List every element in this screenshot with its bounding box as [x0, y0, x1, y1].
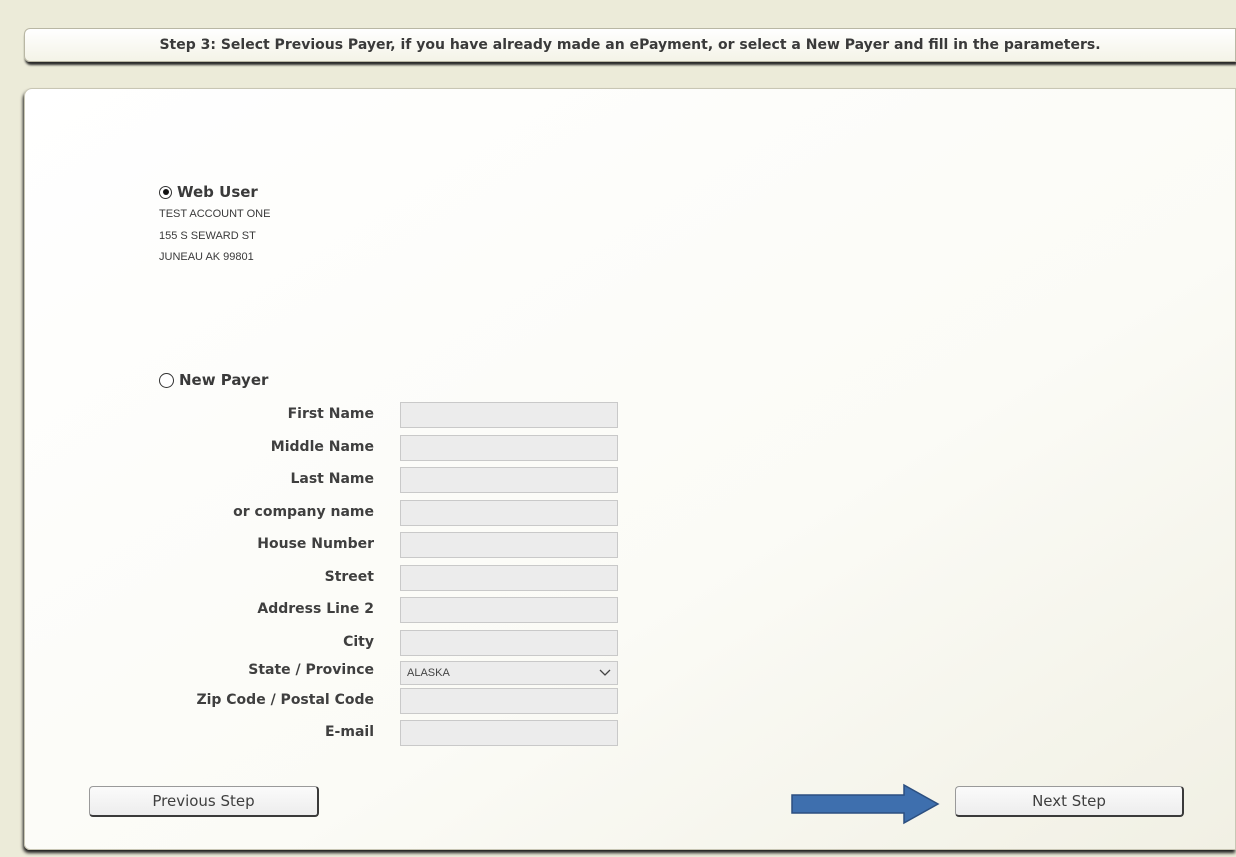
state-province-value: ALASKA: [407, 667, 450, 679]
previous-step-label: Previous Step: [152, 792, 255, 810]
web-user-address-line1: 155 S SEWARD ST: [159, 230, 256, 242]
zip-code-label: Zip Code / Postal Code: [196, 692, 374, 708]
last-name-label: Last Name: [290, 471, 374, 487]
next-step-label: Next Step: [1032, 792, 1106, 810]
web-user-option[interactable]: Web User: [159, 183, 258, 201]
first-name-input[interactable]: [400, 402, 618, 428]
first-name-label: First Name: [287, 406, 374, 422]
web-user-address-line2: JUNEAU AK 99801: [159, 251, 254, 263]
web-user-radio[interactable]: [159, 185, 172, 199]
chevron-down-icon: [599, 669, 611, 676]
city-label: City: [343, 634, 374, 650]
new-payer-label: New Payer: [179, 371, 269, 389]
new-payer-radio[interactable]: [159, 372, 174, 388]
last-name-input[interactable]: [400, 467, 618, 493]
step-instruction-text: Step 3: Select Previous Payer, if you ha…: [159, 37, 1101, 53]
city-input[interactable]: [400, 630, 618, 656]
house-number-input[interactable]: [400, 532, 618, 558]
email-label: E-mail: [324, 724, 374, 740]
email-input[interactable]: [400, 720, 618, 746]
radio-selected-dot: [162, 189, 169, 195]
previous-step-button[interactable]: Previous Step: [89, 786, 319, 817]
state-province-label: State / Province: [248, 662, 374, 678]
web-user-label: Web User: [177, 183, 258, 201]
house-number-label: House Number: [257, 536, 374, 552]
state-province-select[interactable]: ALASKA: [400, 661, 618, 685]
address-line-2-input[interactable]: [400, 597, 618, 623]
company-name-input[interactable]: [400, 500, 618, 526]
web-user-name: TEST ACCOUNT ONE: [159, 208, 271, 220]
street-label: Street: [324, 569, 374, 585]
street-input[interactable]: [400, 565, 618, 591]
middle-name-label: Middle Name: [270, 439, 374, 455]
right-arrow-icon: [791, 783, 940, 825]
new-payer-option[interactable]: New Payer: [159, 371, 268, 389]
zip-code-input[interactable]: [400, 688, 618, 714]
next-step-button[interactable]: Next Step: [955, 786, 1184, 817]
address-line-2-label: Address Line 2: [257, 601, 374, 617]
company-name-label: or company name: [233, 504, 374, 520]
middle-name-input[interactable]: [400, 435, 618, 461]
step-instruction-header: Step 3: Select Previous Payer, if you ha…: [24, 28, 1236, 62]
